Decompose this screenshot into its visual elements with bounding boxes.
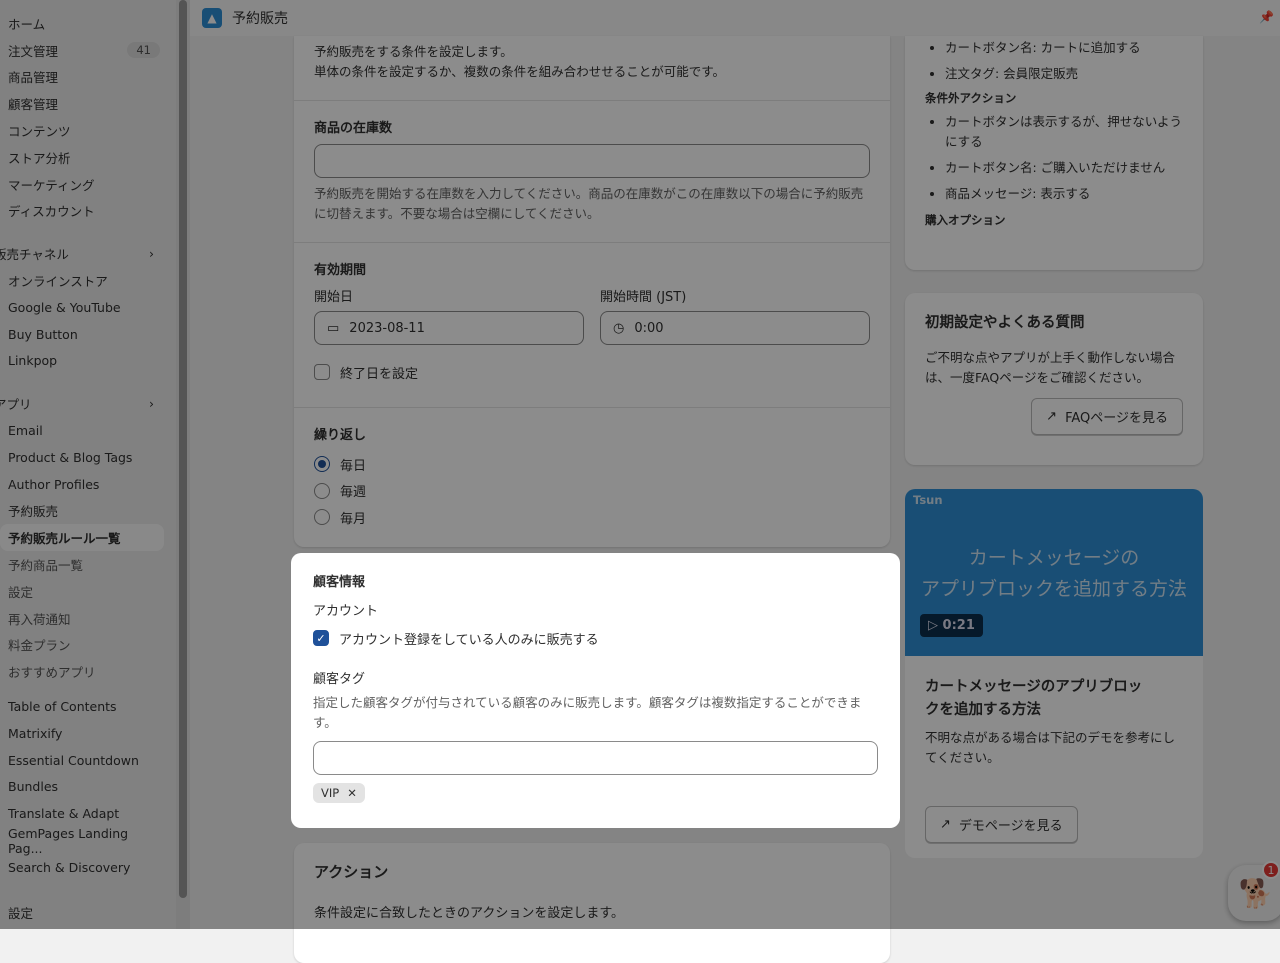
customer-info-card: 顧客情報 アカウント ✓ アカウント登録をしている人のみに販売する 顧客タグ 指定… xyxy=(291,553,900,828)
account-only-label: アカウント登録をしている人のみに販売する xyxy=(339,632,599,648)
remove-tag-icon[interactable]: ✕ xyxy=(347,786,357,800)
tag-help: 指定した顧客タグが付与されている顧客のみに販売します。顧客タグは複数指定すること… xyxy=(313,694,862,730)
customer-tag: VIP ✕ xyxy=(313,782,365,803)
customer-title: 顧客情報 xyxy=(313,575,366,590)
account-label: アカウント xyxy=(313,604,379,619)
account-only-checkbox[interactable]: ✓ アカウント登録をしている人のみに販売する xyxy=(313,625,878,652)
checkbox-checked-icon[interactable]: ✓ xyxy=(313,630,329,647)
customer-tag-input[interactable] xyxy=(313,740,878,775)
tag-label: 顧客タグ xyxy=(313,671,366,687)
tag-label: VIP xyxy=(321,785,340,800)
